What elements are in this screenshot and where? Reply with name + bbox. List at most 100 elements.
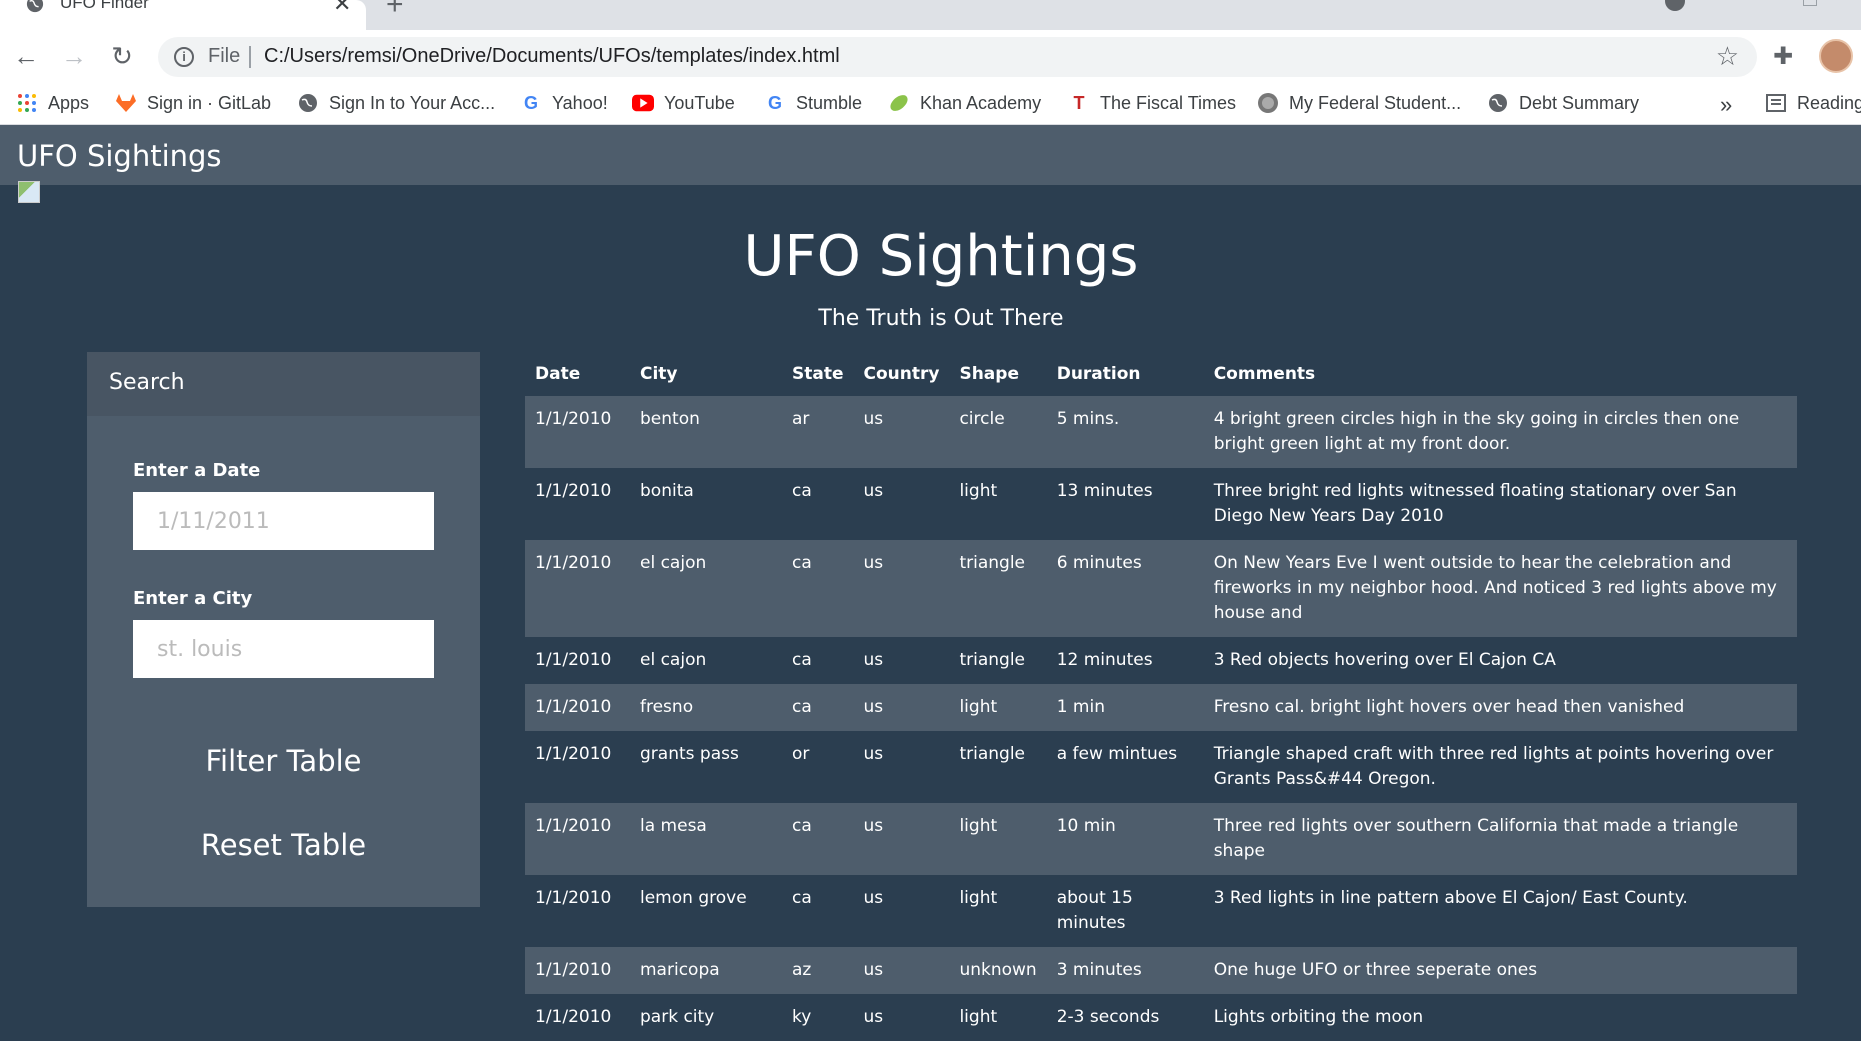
bookmark-stumble[interactable]: G Stumble (764, 92, 862, 114)
cell-date: 1/1/2010 (535, 409, 612, 429)
url-scheme: File (208, 45, 241, 67)
back-arrow-icon[interactable]: ← (12, 42, 40, 70)
broken-image-icon (18, 181, 40, 203)
cell-city: el cajon (640, 650, 707, 670)
column-header-state: State (792, 364, 844, 384)
cell-duration: 1 min (1056, 697, 1105, 717)
reading-list-icon (1765, 92, 1787, 114)
cell-shape: triangle (959, 650, 1025, 670)
bookmark-gitlab[interactable]: Sign in · GitLab (115, 92, 271, 114)
profile-avatar[interactable] (1819, 39, 1853, 73)
site-navbar: UFO Sightings (0, 125, 1861, 185)
cell-duration: 5 mins. (1056, 409, 1120, 429)
seal-icon (1257, 92, 1279, 114)
cell-date: 1/1/2010 (535, 553, 612, 573)
url-separator (249, 46, 251, 68)
cell-country: us (863, 553, 884, 573)
cell-comments: 4 bright green circles high in the sky g… (1213, 409, 1740, 454)
cell-city: la mesa (640, 816, 707, 836)
cell-city: bonita (640, 481, 694, 501)
bookmark-yahoo[interactable]: G Yahoo! (520, 92, 608, 114)
forward-arrow-icon[interactable]: → (60, 42, 88, 70)
bookmarks-bar: Apps Sign in · GitLab Sign In to Your Ac… (0, 83, 1861, 125)
bookmark-star-icon[interactable]: ☆ (1716, 41, 1739, 72)
cell-comments: Fresno cal. bright light hovers over hea… (1213, 697, 1685, 717)
cell-date: 1/1/2010 (535, 1007, 612, 1027)
cell-city: benton (640, 409, 700, 429)
bookmark-youtube[interactable]: YouTube (632, 92, 735, 114)
cell-shape: light (959, 888, 998, 908)
cell-date: 1/1/2010 (535, 481, 612, 501)
bookmarks-overflow-button[interactable]: » (1720, 92, 1732, 118)
globe-icon (26, 0, 44, 13)
address-bar[interactable]: i File C:/Users/remsi/OneDrive/Documents… (158, 37, 1757, 77)
cell-state: ca (792, 481, 812, 501)
bookmark-label: Apps (48, 92, 90, 113)
cell-duration: a few mintues (1056, 744, 1178, 764)
gitlab-icon (115, 92, 137, 114)
navbar-brand[interactable]: UFO Sightings (17, 139, 222, 173)
city-label: Enter a City (133, 588, 253, 609)
table-row: 1/1/2010 grants pass or us triangle a few min… (525, 731, 1797, 803)
bookmark-apps[interactable]: Apps (16, 92, 89, 114)
column-header-duration: Duration (1056, 364, 1141, 384)
close-tab-icon[interactable]: ✕ (333, 0, 351, 17)
table-header-row: Date City State Country Shape Duration C… (525, 350, 1797, 396)
tab-title: UFO Finder (60, 0, 149, 12)
cell-shape: triangle (959, 553, 1025, 573)
cell-duration: 13 minutes (1056, 481, 1153, 501)
cell-shape: light (959, 1007, 998, 1027)
bookmark-federal-student[interactable]: My Federal Student... (1257, 92, 1461, 114)
extensions-puzzle-icon[interactable]: ✚ (1773, 42, 1793, 71)
cell-comments: On New Years Eve I went outside to hear … (1213, 553, 1777, 623)
globe-icon (1487, 92, 1509, 114)
cell-duration: 3 minutes (1056, 960, 1142, 980)
cell-country: us (863, 816, 884, 836)
cell-city: lemon grove (640, 888, 747, 908)
filter-table-button[interactable]: Filter Table (87, 744, 480, 778)
cell-state: ar (792, 409, 810, 429)
tab-strip: UFO Finder ✕ + (0, 0, 1861, 30)
bookmark-debt-summary[interactable]: Debt Summary (1487, 92, 1639, 114)
cell-shape: light (959, 697, 998, 717)
reading-list-button[interactable]: Reading (1765, 92, 1861, 114)
city-input[interactable] (133, 620, 434, 678)
bookmark-label: Debt Summary (1519, 92, 1640, 113)
reset-table-button[interactable]: Reset Table (87, 828, 480, 862)
cell-duration: 2-3 seconds (1056, 1007, 1160, 1027)
column-header-shape: Shape (959, 364, 1019, 384)
cell-duration: 12 minutes (1056, 650, 1153, 670)
bookmark-label: YouTube (664, 92, 735, 113)
url-text[interactable]: C:/Users/remsi/OneDrive/Documents/UFOs/t… (264, 45, 840, 68)
bookmark-khan-academy[interactable]: Khan Academy (888, 92, 1041, 114)
restore-window-icon[interactable] (1803, 0, 1817, 6)
page-subtitle: The Truth is Out There (818, 306, 1064, 331)
cell-comments: Triangle shaped craft with three red lig… (1213, 744, 1774, 789)
date-input[interactable] (133, 492, 434, 550)
cell-city: fresno (640, 697, 694, 717)
browser-toolbar: ← → ↻ i File C:/Users/remsi/OneDrive/Doc… (0, 30, 1861, 83)
bookmark-label: Stumble (796, 92, 863, 113)
info-icon[interactable]: i (174, 47, 194, 67)
reload-icon[interactable]: ↻ (108, 42, 136, 70)
fiscal-times-icon: T (1073, 92, 1085, 113)
column-header-date: Date (535, 364, 581, 384)
cell-country: us (863, 650, 884, 670)
table-row: 1/1/2010 la mesa ca us light 10 min Three red … (525, 803, 1797, 875)
cell-city: el cajon (640, 553, 707, 573)
cell-comments: 3 Red objects hovering over El Cajon CA (1213, 650, 1556, 670)
cell-comments: 3 Red lights in line pattern above El Ca… (1213, 888, 1688, 908)
tab-ufo-finder[interactable]: UFO Finder ✕ (0, 0, 366, 30)
profile-indicator-icon[interactable] (1665, 0, 1685, 11)
column-header-comments: Comments (1213, 364, 1316, 384)
cell-country: us (863, 1007, 884, 1027)
cell-comments: Three red lights over southern Californi… (1213, 816, 1739, 861)
bookmark-label: My Federal Student... (1289, 92, 1462, 113)
bookmark-fiscal-times[interactable]: T The Fiscal Times (1068, 92, 1237, 114)
cell-shape: unknown (959, 960, 1037, 980)
page-title: UFO Sightings (743, 224, 1139, 289)
new-tab-icon[interactable]: + (386, 0, 404, 22)
bookmark-sign-in-account[interactable]: Sign In to Your Acc... (297, 92, 495, 114)
search-panel: Search Enter a Date Enter a City Filter … (87, 352, 480, 907)
reading-list-label: Reading (1797, 92, 1861, 113)
